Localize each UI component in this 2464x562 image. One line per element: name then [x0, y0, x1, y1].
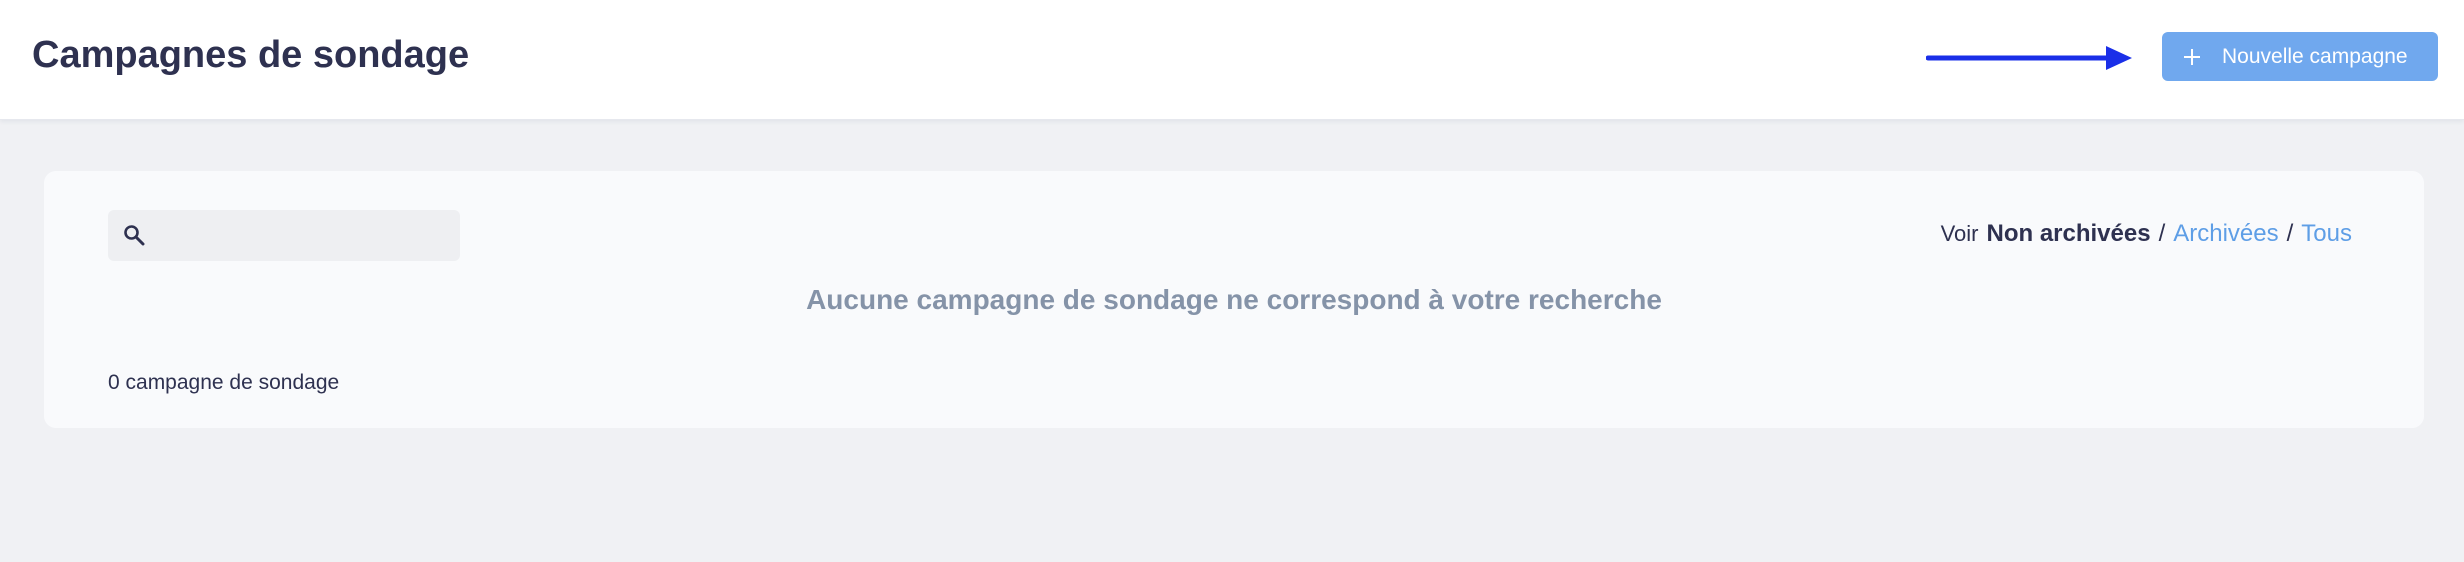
search-icon — [124, 225, 145, 246]
empty-state-message: Aucune campagne de sondage ne correspond… — [806, 284, 1662, 315]
filter-archived-link[interactable]: Archivées — [2173, 220, 2278, 247]
page-title: Campagnes de sondage — [32, 34, 470, 76]
filter-prefix: Voir — [1940, 221, 1979, 246]
filter-all-link[interactable]: Tous — [2301, 220, 2352, 247]
filter-non-archived[interactable]: Non archivées — [1987, 220, 2151, 247]
new-campaign-label: Nouvelle campagne — [2222, 44, 2408, 68]
page-header: Campagnes de sondage Nouvelle campagne — [0, 0, 2464, 120]
archive-filter: Voir Non archivées / Archivées / Tous — [1941, 217, 2352, 251]
arrow-right-icon — [1926, 46, 2132, 70]
campaign-list-panel: Voir Non archivées / Archivées / Tous Aucune … — [44, 171, 2424, 428]
campaign-count: 0 campagne de sondage — [108, 371, 340, 394]
plus-icon — [2184, 48, 2200, 65]
search-input[interactable] — [154, 210, 454, 261]
search-box[interactable] — [108, 210, 460, 261]
new-campaign-button[interactable]: Nouvelle campagne — [2162, 32, 2438, 81]
filter-separator: / — [2286, 220, 2294, 247]
filter-separator: / — [2158, 220, 2166, 247]
